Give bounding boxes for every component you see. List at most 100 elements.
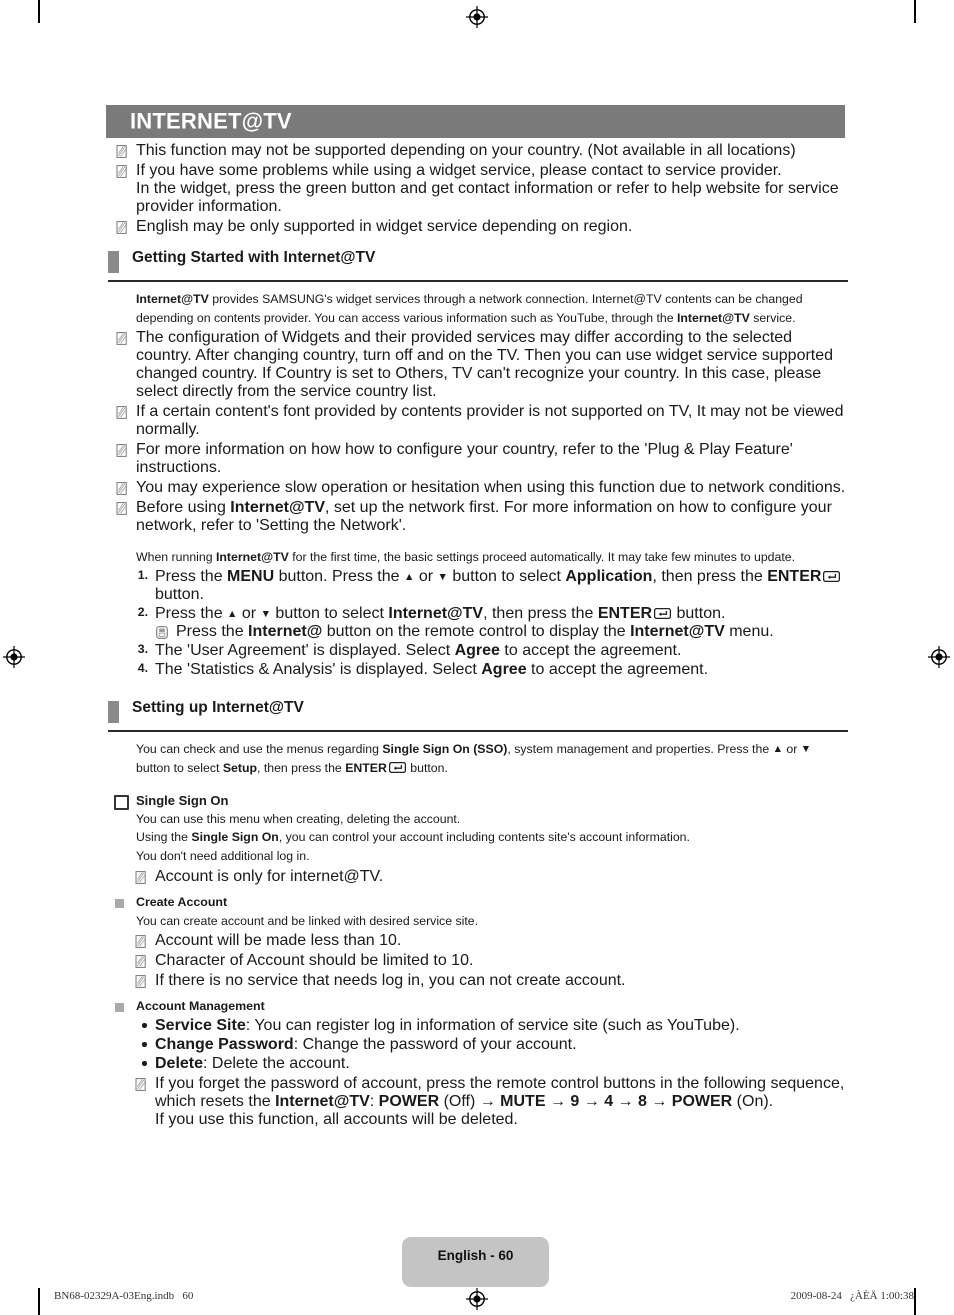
bullet-item-delete: Delete: Delete the account. xyxy=(106,1054,848,1073)
step-text-a: Press the xyxy=(155,605,228,623)
sso-line-3: You don't need additional log in. xyxy=(136,848,310,863)
note-pencil-icon xyxy=(116,145,128,158)
note-text: If you have some problems while using a … xyxy=(136,162,782,179)
arrow-down-icon: ▼ xyxy=(437,571,448,584)
s2-intro-i: button. xyxy=(406,760,448,775)
note-item: Account will be made less than 10. xyxy=(106,932,848,950)
intro-bold-product: Internet@TV xyxy=(136,292,209,306)
step-text-c: or xyxy=(237,605,261,623)
s2-bold-setup: Setup xyxy=(222,760,257,775)
step-bold-menu: MENU xyxy=(227,568,275,586)
note-item: The configuration of Widgets and their p… xyxy=(106,329,848,401)
section-tab-marker xyxy=(108,701,119,724)
note-pencil-icon xyxy=(116,482,128,496)
note-continuation: In the widget, press the green button an… xyxy=(136,180,839,215)
s2-intro-c: , system management and properties. Pres… xyxy=(507,742,773,757)
note-pencil-icon xyxy=(135,975,147,989)
running-first-time-paragraph: When running Internet@TV for the first t… xyxy=(106,548,848,567)
step-text-a: The 'User Agreement' is displayed. Selec… xyxy=(155,642,455,660)
running-bold: Internet@TV xyxy=(215,550,289,565)
note-text: Account is only for internet@TV. xyxy=(155,867,384,885)
dot-bullet-icon xyxy=(142,1042,147,1047)
note-item: English may be only supported in widget … xyxy=(106,218,848,236)
reset-bold-internettv: Internet@TV xyxy=(275,1093,370,1111)
note-text-a: Before using xyxy=(136,499,231,517)
step-text-d: button to select xyxy=(447,568,566,586)
reset-note-line-2: If you use this function, all accounts w… xyxy=(155,1111,518,1129)
note-item: For more information on how how to confi… xyxy=(106,441,848,477)
step-text-a: Press the xyxy=(155,568,228,586)
step-bold-agree: Agree xyxy=(454,642,500,660)
step-bold-application: Application xyxy=(565,568,653,586)
note-item: If you have some problems while using a … xyxy=(106,162,848,180)
page-number-badge: English - 60 xyxy=(402,1237,549,1287)
reset-digit-4: 4 xyxy=(604,1093,614,1111)
bullet-text: : You can register log in information of… xyxy=(245,1017,740,1035)
note-item: This function may not be supported depen… xyxy=(106,142,848,160)
step-bold-enter: ENTER xyxy=(597,605,653,623)
step-text-e: to accept the agreement. xyxy=(499,642,682,660)
subsection-heading-account-management: Account Management xyxy=(106,997,848,1016)
note-item: Character of Account should be limited t… xyxy=(106,952,848,970)
running-text-b: for the first time, the basic settings p… xyxy=(288,550,796,565)
reset-bold-power-on: POWER xyxy=(671,1093,733,1111)
bullet-item-change-password: Change Password: Change the password of … xyxy=(106,1035,848,1054)
note-text: If there is no service that needs log in… xyxy=(155,972,626,990)
step-text-f: button. xyxy=(672,605,726,623)
enter-key-icon xyxy=(823,571,841,583)
note-text: If a certain content's font provided by … xyxy=(136,403,844,439)
note-item: Before using Internet@TV, set up the net… xyxy=(106,499,848,535)
crop-mark-bottom-left xyxy=(38,1288,40,1315)
intro-bold-product-2: Internet@TV xyxy=(676,310,750,325)
step-text-e: , then press the xyxy=(652,568,768,586)
s2-intro-e: button to select xyxy=(136,760,223,775)
remote-button-note: Press the Internet@ button on the remote… xyxy=(106,623,848,641)
intro-text-2: service. xyxy=(749,310,796,325)
subsection-title: Create Account xyxy=(136,894,228,909)
page-number-label: English - 60 xyxy=(437,1248,514,1263)
section2-intro-paragraph: You can check and use the menus regardin… xyxy=(106,740,848,777)
remote-button-icon xyxy=(156,626,168,639)
s2-bold-enter: ENTER xyxy=(345,760,387,775)
step-item-4: 4. The 'Statistics & Analysis' is displa… xyxy=(106,661,848,679)
page-content: This function may not be supported depen… xyxy=(106,140,848,1129)
reset-on: (On). xyxy=(732,1093,774,1111)
step-text-e: , then press the xyxy=(483,605,598,623)
crop-mark-top-right xyxy=(914,0,916,23)
remote-note-bold-internettv: Internet@TV xyxy=(630,623,725,641)
reset-arrow-2: → xyxy=(579,1093,605,1111)
document-file-reference: BN68-02329A-03Eng.indb 60 xyxy=(54,1290,194,1302)
note-pencil-icon xyxy=(116,332,128,346)
dot-bullet-icon xyxy=(142,1061,147,1066)
note-item: If a certain content's font provided by … xyxy=(106,403,848,439)
note-text: The configuration of Widgets and their p… xyxy=(136,329,834,401)
sso-line-2: Using the Single Sign On, you can contro… xyxy=(106,828,848,847)
remote-note-text-c: menu. xyxy=(724,623,774,641)
bullet-text: : Delete the account. xyxy=(203,1055,350,1073)
s2-intro-d: or xyxy=(782,742,801,757)
step-text-a: The 'Statistics & Analysis' is displayed… xyxy=(155,661,482,679)
section-title: Setting up Internet@TV xyxy=(132,699,304,717)
reset-digit-9: 9 xyxy=(570,1093,580,1111)
note-pencil-icon xyxy=(116,165,128,178)
note-pencil-icon xyxy=(135,955,147,969)
note-text: For more information on how how to confi… xyxy=(136,441,793,477)
remote-note-bold-internet: Internet@ xyxy=(248,623,323,641)
step-number: 4. xyxy=(137,661,148,676)
chapter-title: INTERNET@TV xyxy=(130,107,292,133)
reset-bold-power-off: POWER xyxy=(378,1093,440,1111)
note-text: Account will be made less than 10. xyxy=(155,932,402,950)
sso-line2-c: , you can control your account including… xyxy=(278,830,690,845)
registration-mark-left xyxy=(3,646,25,668)
note-text: English may be only supported in widget … xyxy=(136,218,633,235)
crop-mark-top-left xyxy=(38,0,40,23)
enter-key-icon xyxy=(388,761,406,773)
open-square-bullet-icon xyxy=(114,794,129,810)
note-text: You may experience slow operation or hes… xyxy=(136,479,846,497)
note-pencil-icon xyxy=(116,221,128,234)
bullet-label: Service Site xyxy=(155,1017,246,1035)
section-tab-marker xyxy=(108,251,119,273)
registration-mark-right xyxy=(928,646,950,668)
bullet-label: Delete xyxy=(155,1055,204,1073)
step-number: 3. xyxy=(137,642,148,657)
